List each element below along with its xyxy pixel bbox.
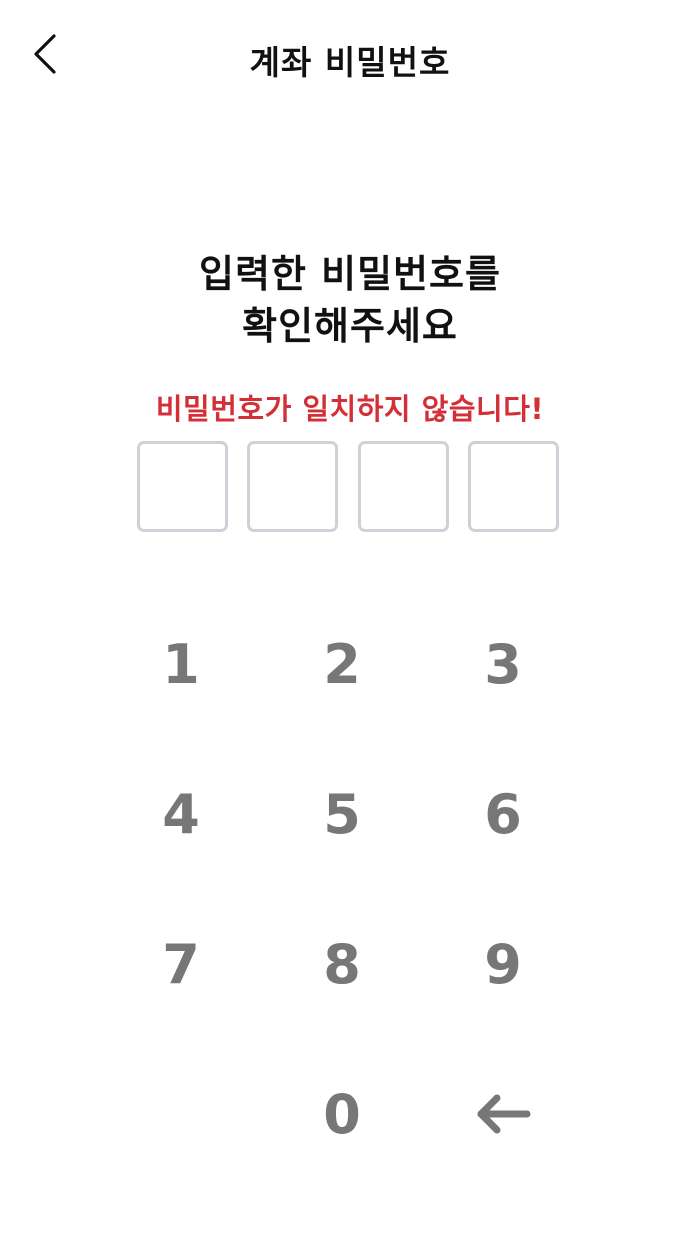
- prompt-line-1: 입력한 비밀번호를: [199, 252, 501, 296]
- key-3[interactable]: 3: [428, 594, 578, 734]
- prompt-line-2: 확인해주세요: [242, 304, 458, 348]
- key-0[interactable]: 0: [267, 1044, 417, 1184]
- backspace-button[interactable]: [428, 1044, 578, 1184]
- header: 계좌 비밀번호: [0, 0, 700, 112]
- key-2[interactable]: 2: [267, 594, 417, 734]
- pin-box-3: [358, 441, 449, 532]
- key-8[interactable]: 8: [267, 894, 417, 1034]
- page-title: 계좌 비밀번호: [249, 43, 451, 82]
- key-6[interactable]: 6: [428, 744, 578, 884]
- key-4[interactable]: 4: [106, 744, 256, 884]
- key-1[interactable]: 1: [106, 594, 256, 734]
- key-9[interactable]: 9: [428, 894, 578, 1034]
- arrow-left-icon: [477, 1094, 531, 1134]
- pin-box-1: [137, 441, 228, 532]
- key-7[interactable]: 7: [106, 894, 256, 1034]
- password-confirm-screen: 계좌 비밀번호 입력한 비밀번호를 확인해주세요 비밀번호가 일치하지 않습니다…: [0, 0, 700, 1240]
- key-5[interactable]: 5: [267, 744, 417, 884]
- pin-input[interactable]: [137, 441, 559, 532]
- pin-box-4: [468, 441, 559, 532]
- confirm-prompt: 입력한 비밀번호를 확인해주세요: [0, 248, 700, 352]
- pin-box-2: [247, 441, 338, 532]
- error-message: 비밀번호가 일치하지 않습니다!: [155, 392, 545, 426]
